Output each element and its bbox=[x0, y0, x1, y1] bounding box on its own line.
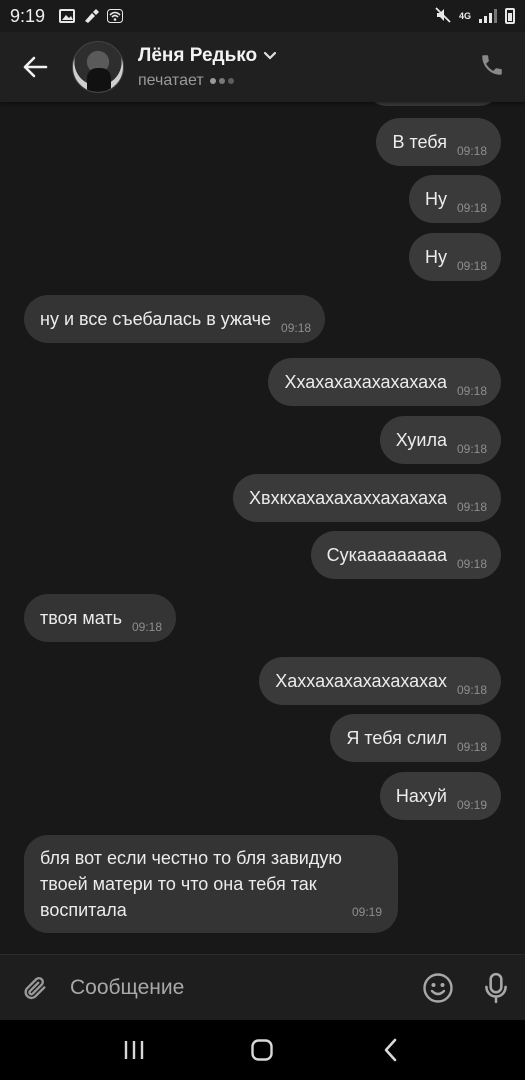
back-arrow-icon bbox=[23, 56, 48, 78]
message-time: 09:18 bbox=[456, 740, 487, 754]
message-composer bbox=[0, 954, 525, 1020]
back-nav-button[interactable] bbox=[361, 1020, 421, 1080]
message-text: Хуила bbox=[395, 430, 447, 450]
back-button[interactable] bbox=[0, 32, 70, 102]
microphone-icon bbox=[485, 972, 507, 1003]
typing-status: печатает bbox=[138, 71, 204, 89]
message-text: бля вот если честно то бля завидую твоей… bbox=[40, 848, 342, 920]
message-text: Нахуй bbox=[395, 786, 447, 806]
message-list[interactable]: В тебя 09:18 Ну 09:18 Ну 09:18 ну и все … bbox=[0, 102, 525, 954]
message-bubble-outgoing[interactable]: Хаххахахахахахахах 09:18 bbox=[259, 657, 501, 705]
message-bubble-incoming[interactable]: твоя мать 09:18 bbox=[24, 594, 177, 642]
message-time: 09:18 bbox=[456, 442, 487, 456]
message-time: 09:18 bbox=[456, 259, 487, 273]
network-type: 4G bbox=[458, 10, 471, 21]
gallery-icon bbox=[59, 9, 76, 23]
chat-header: Лёня Редько печатает bbox=[0, 32, 525, 102]
cleaner-icon bbox=[83, 9, 100, 23]
message-text: Ну bbox=[424, 247, 447, 267]
phone-icon bbox=[482, 55, 502, 75]
message-text: Ну bbox=[424, 189, 447, 209]
voice-button[interactable] bbox=[467, 955, 525, 1021]
chat-screen: 9:19 4G Лёня Редько печатает В тебя 09:1… bbox=[0, 0, 525, 1080]
signal-icon bbox=[479, 9, 497, 23]
message-time: 09:18 bbox=[131, 620, 163, 634]
message-time: 09:18 bbox=[456, 683, 487, 697]
message-time: 09:18 bbox=[456, 557, 487, 571]
status-time: 9:19 bbox=[10, 5, 46, 26]
peer-name: Лёня Редько bbox=[138, 44, 258, 66]
message-bubble-outgoing[interactable]: Ххахахахахахахаха 09:18 bbox=[268, 358, 501, 406]
smile-icon bbox=[423, 972, 453, 1003]
wifi-icon bbox=[107, 9, 124, 23]
message-time: 09:18 bbox=[456, 201, 487, 215]
home-button[interactable] bbox=[232, 1020, 292, 1080]
battery-icon bbox=[505, 8, 515, 24]
message-bubble-outgoing[interactable]: Ну 09:18 bbox=[408, 175, 501, 223]
peer-info[interactable]: Лёня Редько печатает bbox=[138, 45, 277, 90]
recent-apps-icon bbox=[124, 1041, 144, 1059]
message-text: Сукааааааааа bbox=[326, 545, 447, 565]
message-bubble-outgoing[interactable]: Хвхкхахахахаххахахаха 09:18 bbox=[233, 474, 501, 522]
message-text: Ххахахахахахахаха bbox=[284, 372, 447, 392]
message-input[interactable] bbox=[70, 967, 409, 1008]
paperclip-icon bbox=[24, 976, 46, 999]
message-bubble-outgoing[interactable]: Ну 09:18 bbox=[408, 233, 501, 281]
message-bubble-outgoing[interactable]: Нахуй 09:19 bbox=[379, 772, 501, 820]
message-time: 09:18 bbox=[456, 500, 487, 514]
recent-apps-button[interactable] bbox=[104, 1020, 164, 1080]
message-bubble-outgoing[interactable]: Я тебя слил 09:18 bbox=[330, 714, 501, 762]
message-text: ну и все съебалась в ужаче bbox=[40, 309, 272, 329]
attach-button[interactable] bbox=[0, 955, 70, 1021]
message-bubble-outgoing[interactable]: Хуила 09:18 bbox=[379, 416, 501, 464]
status-bar: 9:19 4G bbox=[0, 0, 525, 32]
message-time: 09:19 bbox=[456, 798, 487, 812]
status-right: 4G bbox=[435, 6, 515, 26]
message-text: Хвхкхахахахаххахахаха bbox=[249, 488, 447, 508]
message-bubble-partial bbox=[365, 102, 501, 106]
mute-icon bbox=[435, 6, 451, 26]
back-chevron-icon bbox=[384, 1038, 397, 1062]
chevron-down-icon bbox=[264, 51, 277, 60]
message-bubble-incoming[interactable]: ну и все съебалась в ужаче 09:18 bbox=[24, 295, 326, 343]
message-text: Я тебя слил bbox=[346, 728, 447, 748]
emoji-button[interactable] bbox=[409, 955, 467, 1021]
system-nav-bar bbox=[0, 1020, 525, 1080]
message-time: 09:18 bbox=[281, 321, 312, 335]
home-icon bbox=[251, 1039, 274, 1061]
message-time: 09:18 bbox=[456, 384, 487, 398]
message-bubble-outgoing[interactable]: Сукааааааааа 09:18 bbox=[310, 531, 501, 579]
message-text: Хаххахахахахахахах bbox=[275, 671, 447, 691]
message-time: 09:18 bbox=[456, 144, 487, 158]
call-button[interactable] bbox=[479, 52, 509, 82]
message-text: твоя мать bbox=[40, 608, 122, 628]
message-time: 09:19 bbox=[351, 905, 382, 919]
message-bubble-incoming[interactable]: бля вот если честно то бля завидую твоей… bbox=[24, 835, 398, 933]
typing-dots-icon bbox=[209, 77, 234, 84]
avatar[interactable] bbox=[72, 41, 124, 93]
message-bubble-outgoing[interactable]: В тебя 09:18 bbox=[376, 118, 501, 166]
message-text: В тебя bbox=[392, 132, 447, 152]
